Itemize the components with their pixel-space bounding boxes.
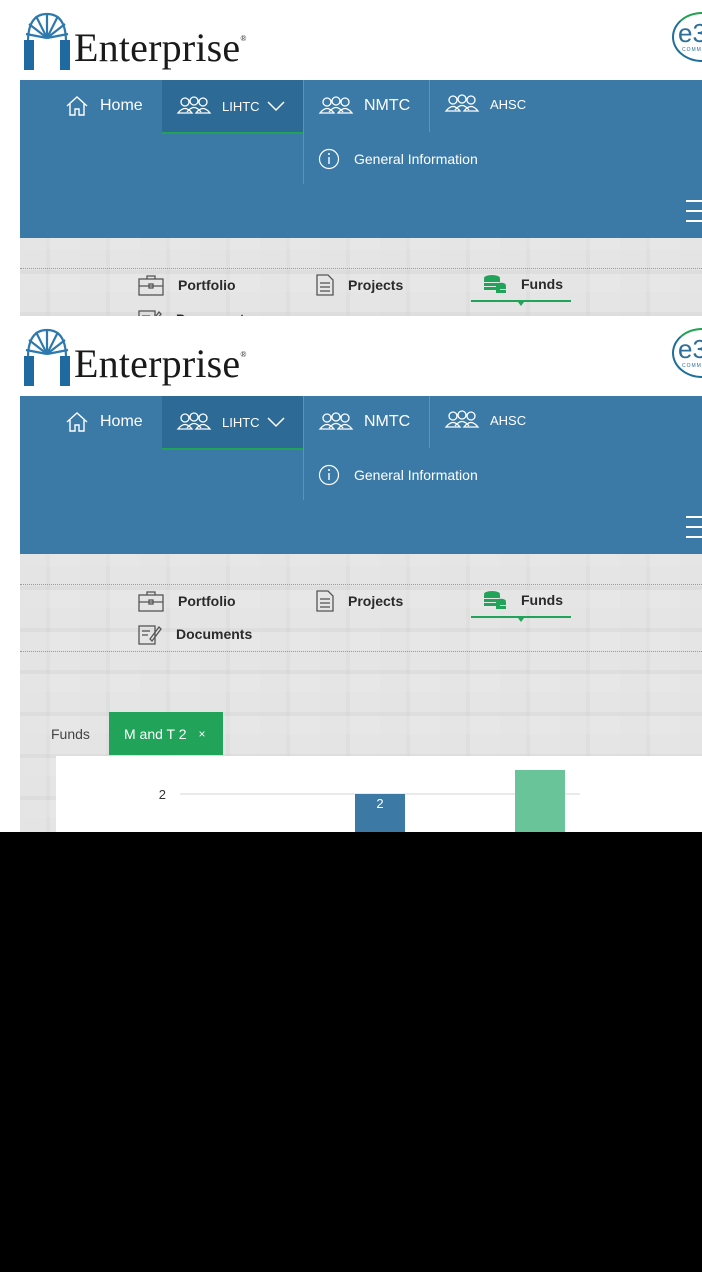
top-nav: Home LIHTC NMTC AHSC General Information: [20, 396, 702, 554]
document-icon: [316, 274, 334, 296]
breadcrumb-funds-link[interactable]: Funds: [51, 726, 90, 742]
nav-general-information[interactable]: General Information: [318, 148, 478, 170]
e3-badge-logo: e3 COMM: [672, 328, 702, 378]
nav-ahsc-label: AHSC: [490, 412, 527, 428]
tab-portfolio[interactable]: Portfolio: [138, 584, 236, 618]
arch-logo-icon: [24, 328, 70, 386]
edit-document-icon: [138, 625, 162, 645]
users-group-icon: [318, 412, 354, 430]
tab-portfolio-label: Portfolio: [178, 593, 236, 609]
users-group-icon: [176, 96, 212, 114]
nav-general-information-label: General Information: [354, 467, 478, 483]
nav-divider: [429, 396, 430, 448]
hamburger-menu-icon[interactable]: [686, 516, 702, 540]
briefcase-icon: [138, 275, 164, 296]
nav-divider: [303, 80, 304, 184]
page-frame-top: Enterprise® e3 COMM Home LIHTC NMTC AHSC …: [0, 0, 702, 316]
coins-stack-icon: [484, 591, 506, 609]
nav-ahsc[interactable]: AHSC: [444, 78, 526, 130]
breadcrumb-active-chip: M and T 2 ×: [109, 712, 223, 755]
hamburger-menu-icon[interactable]: [686, 200, 702, 224]
nav-lihtc-label: LIHTC: [222, 98, 260, 114]
enterprise-logo[interactable]: Enterprise®: [24, 12, 294, 74]
tab-documents-label: Documents: [176, 626, 253, 642]
tabs-divider: [20, 651, 702, 652]
active-tab-caret: [518, 618, 524, 622]
top-nav: Home LIHTC NMTC AHSC General Information: [20, 80, 702, 238]
close-icon[interactable]: ×: [199, 727, 206, 741]
briefcase-icon: [138, 591, 164, 612]
tab-documents[interactable]: Documents: [138, 617, 252, 651]
home-icon: [66, 96, 88, 116]
nav-divider: [429, 80, 430, 132]
chevron-down-icon: [267, 101, 285, 112]
brand-name: Enterprise®: [74, 341, 247, 386]
nav-divider: [303, 396, 304, 500]
enterprise-logo[interactable]: Enterprise®: [24, 328, 294, 390]
tab-portfolio-label: Portfolio: [178, 277, 236, 293]
chevron-down-icon: [267, 417, 285, 428]
chart-bar[interactable]: [515, 770, 565, 832]
nav-nmtc-label: NMTC: [364, 97, 411, 114]
arch-logo-icon: [24, 12, 70, 70]
nav-lihtc[interactable]: LIHTC: [162, 396, 303, 450]
users-group-icon: [176, 412, 212, 430]
tab-portfolio[interactable]: Portfolio: [138, 268, 236, 302]
page-frame-bottom: Enterprise® e3 COMM Home LIHTC NMTC AHSC …: [0, 316, 702, 832]
breadcrumb-active-label: M and T 2: [124, 725, 187, 742]
users-group-icon: [318, 96, 354, 114]
users-group-icon: [444, 94, 480, 112]
tab-funds[interactable]: Funds: [471, 584, 571, 622]
nav-nmtc[interactable]: NMTC: [318, 396, 410, 448]
brand-name: Enterprise®: [74, 25, 247, 70]
active-tab-caret: [518, 302, 524, 306]
tab-projects-label: Projects: [348, 593, 404, 609]
chart-svg: 22: [159, 770, 580, 832]
y-tick-label: 2: [159, 787, 166, 802]
nav-nmtc-label: NMTC: [364, 413, 411, 430]
e3-badge-logo: e3 COMM: [672, 12, 702, 62]
coins-stack-icon: [484, 275, 506, 293]
nav-lihtc[interactable]: LIHTC: [162, 80, 303, 134]
nav-home-label: Home: [100, 413, 143, 430]
nav-general-information-label: General Information: [354, 151, 478, 167]
tab-projects[interactable]: Projects: [316, 268, 403, 302]
edit-document-icon: [138, 310, 162, 316]
nav-nmtc[interactable]: NMTC: [318, 80, 410, 132]
nav-lihtc-label: LIHTC: [222, 414, 260, 430]
nav-ahsc[interactable]: AHSC: [444, 394, 526, 446]
nav-ahsc-label: AHSC: [490, 96, 527, 112]
nav-home-label: Home: [100, 97, 143, 114]
tab-projects-label: Projects: [348, 277, 404, 293]
home-icon: [66, 412, 88, 432]
info-icon: [318, 148, 340, 170]
nav-general-information[interactable]: General Information: [318, 464, 478, 486]
bar-data-label: 2: [376, 796, 383, 811]
info-icon: [318, 464, 340, 486]
users-group-icon: [444, 410, 480, 428]
tab-funds-label: Funds: [521, 276, 563, 292]
nav-home[interactable]: Home: [64, 396, 143, 448]
document-icon: [316, 590, 334, 612]
tab-funds[interactable]: Funds: [471, 268, 571, 306]
tab-projects[interactable]: Projects: [316, 584, 403, 618]
nav-home[interactable]: Home: [64, 80, 143, 132]
fund-chart: 22: [56, 756, 702, 832]
tab-documents[interactable]: Documents: [138, 302, 252, 316]
tab-funds-label: Funds: [521, 592, 563, 608]
